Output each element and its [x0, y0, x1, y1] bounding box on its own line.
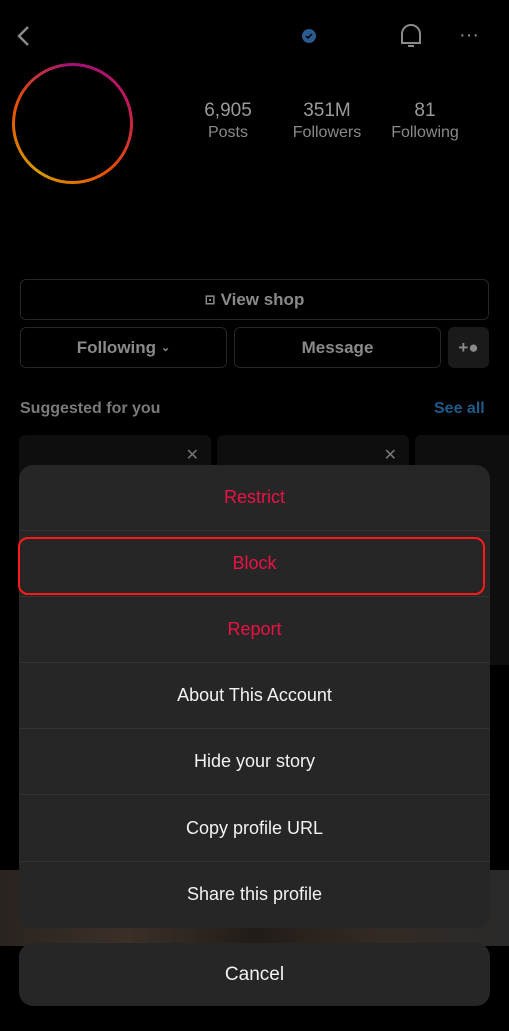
view-shop-button[interactable]: ⊡ View shop — [20, 279, 489, 320]
cancel-button[interactable]: Cancel — [19, 943, 490, 1006]
stat-value: 81 — [414, 100, 436, 121]
message-button[interactable]: Message — [234, 327, 441, 368]
verified-badge-icon — [302, 29, 316, 43]
close-icon[interactable]: ✕ — [186, 445, 199, 465]
following-label: Following — [76, 337, 157, 357]
stat-following[interactable]: 81 Following — [375, 100, 475, 142]
shopping-bag-icon: ⊡ — [204, 291, 216, 307]
close-icon[interactable]: ✕ — [384, 445, 397, 465]
stat-value: 6,905 — [204, 100, 252, 121]
report-option[interactable]: Report — [19, 597, 490, 664]
stat-label: Following — [391, 124, 459, 141]
avatar[interactable] — [12, 63, 133, 184]
action-sheet: Restrict Block Report About This Account… — [19, 465, 490, 928]
more-icon[interactable]: ··· — [459, 24, 479, 47]
following-button[interactable]: Following ⌄ — [20, 327, 227, 368]
hide-story-option[interactable]: Hide your story — [19, 729, 490, 796]
bell-icon[interactable] — [396, 20, 426, 50]
view-shop-label: View shop — [220, 289, 305, 309]
stat-label: Followers — [292, 124, 362, 141]
stat-value: 351M — [303, 100, 351, 121]
see-all-link[interactable]: See all — [434, 400, 485, 418]
suggested-title: Suggested for you — [20, 400, 161, 417]
add-person-icon[interactable]: +● — [448, 327, 489, 368]
share-profile-option[interactable]: Share this profile — [19, 862, 490, 928]
copy-url-option[interactable]: Copy profile URL — [19, 795, 490, 862]
stat-label: Posts — [207, 124, 248, 141]
stat-followers[interactable]: 351M Followers — [277, 100, 377, 142]
restrict-option[interactable]: Restrict — [19, 465, 490, 532]
block-option[interactable]: Block — [19, 531, 490, 598]
stat-posts[interactable]: 6,905 Posts — [178, 100, 278, 142]
message-label: Message — [301, 337, 374, 357]
back-icon[interactable] — [14, 24, 34, 48]
chevron-down-icon: ⌄ — [161, 342, 171, 354]
about-account-option[interactable]: About This Account — [19, 663, 490, 730]
